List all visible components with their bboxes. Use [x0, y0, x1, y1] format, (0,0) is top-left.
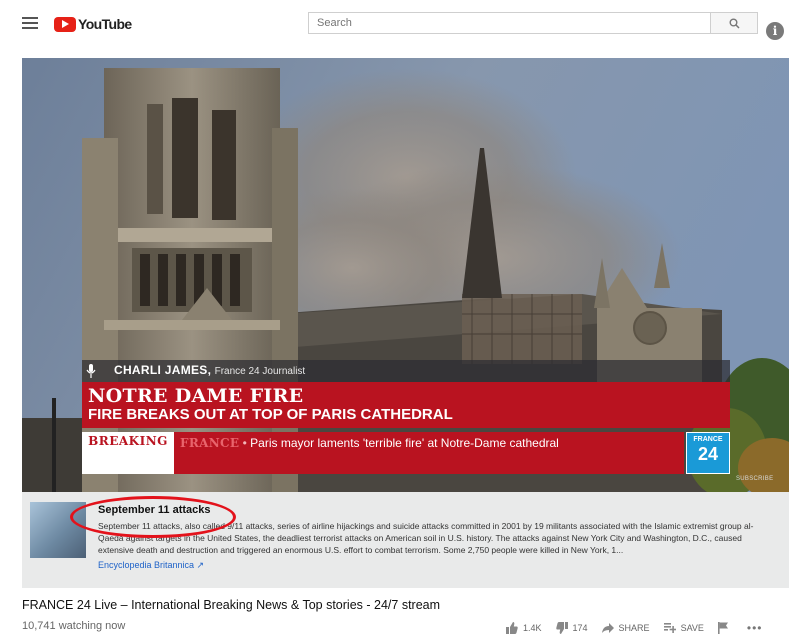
subheadline: FIRE BREAKS OUT AT TOP OF PARIS CATHEDRA… — [88, 406, 453, 423]
menu-icon[interactable] — [22, 17, 38, 29]
reporter-strip: CHARLI JAMES, France 24 Journalist — [82, 360, 730, 382]
like-count: 1.4K — [523, 623, 542, 633]
search-input[interactable] — [308, 12, 710, 34]
share-label: SHARE — [618, 623, 650, 633]
info-panel-body: September 11 attacks, also called 9/11 a… — [98, 521, 754, 555]
thumbs-up-icon — [506, 622, 518, 634]
france24-logo-top: FRANCE — [693, 436, 723, 443]
search-button[interactable] — [710, 12, 758, 34]
information-panel[interactable]: September 11 attacks September 11 attack… — [22, 492, 789, 588]
ticker-source: FRANCE — [180, 436, 240, 450]
share-icon — [601, 623, 614, 633]
save-label: SAVE — [680, 623, 704, 633]
thumbs-down-icon — [555, 622, 568, 634]
report-button[interactable] — [717, 622, 733, 634]
france24-logo-num: 24 — [697, 444, 719, 464]
like-button[interactable]: 1.4K — [506, 622, 542, 634]
share-button[interactable]: SHARE — [601, 623, 650, 633]
france24-logo: FRANCE 24 — [686, 432, 730, 474]
news-ticker: FRANCE • Paris mayor laments 'terrible f… — [174, 432, 684, 474]
info-panel-source-link[interactable]: Encyclopedia Britannica ↗ — [98, 560, 204, 571]
info-icon[interactable]: i — [766, 22, 784, 40]
ticker-separator: • — [239, 436, 251, 450]
news-lower-third: CHARLI JAMES, France 24 Journalist NOTRE… — [22, 58, 789, 492]
action-bar: 1.4K 174 SHARE SAVE ••• — [506, 620, 763, 636]
video-player[interactable]: CHARLI JAMES, France 24 Journalist NOTRE… — [22, 58, 789, 588]
ticker-text: Paris mayor laments 'terrible fire' at N… — [250, 436, 559, 450]
reporter-name: CHARLI JAMES, — [114, 363, 212, 377]
search-icon — [729, 18, 740, 29]
breaking-box: BREAKING — [82, 432, 174, 474]
breaking-label: BREAKING — [88, 434, 168, 448]
info-panel-title: September 11 attacks — [98, 504, 211, 516]
save-button[interactable]: SAVE — [663, 623, 704, 633]
youtube-logo[interactable]: YouTube — [54, 15, 132, 33]
video-title: FRANCE 24 Live – International Breaking … — [22, 598, 441, 612]
dislike-count: 174 — [572, 623, 588, 633]
reporter-role: France 24 Journalist — [214, 366, 306, 377]
microphone-icon — [86, 364, 96, 378]
view-count: 10,741 watching now — [22, 620, 126, 632]
youtube-play-icon — [54, 16, 76, 32]
headline-box: NOTRE DAME FIRE FIRE BREAKS OUT AT TOP O… — [82, 382, 730, 428]
playlist-add-icon — [663, 623, 676, 633]
more-actions-icon[interactable]: ••• — [747, 621, 763, 635]
info-panel-thumbnail — [30, 502, 86, 558]
masthead: YouTube i — [8, 4, 796, 44]
flag-icon — [717, 622, 728, 634]
dislike-button[interactable]: 174 — [555, 622, 588, 634]
logo-text: YouTube — [78, 16, 132, 32]
subscribe-watermark[interactable]: SUBSCRIBE — [736, 476, 773, 482]
headline: NOTRE DAME FIRE — [88, 385, 304, 407]
